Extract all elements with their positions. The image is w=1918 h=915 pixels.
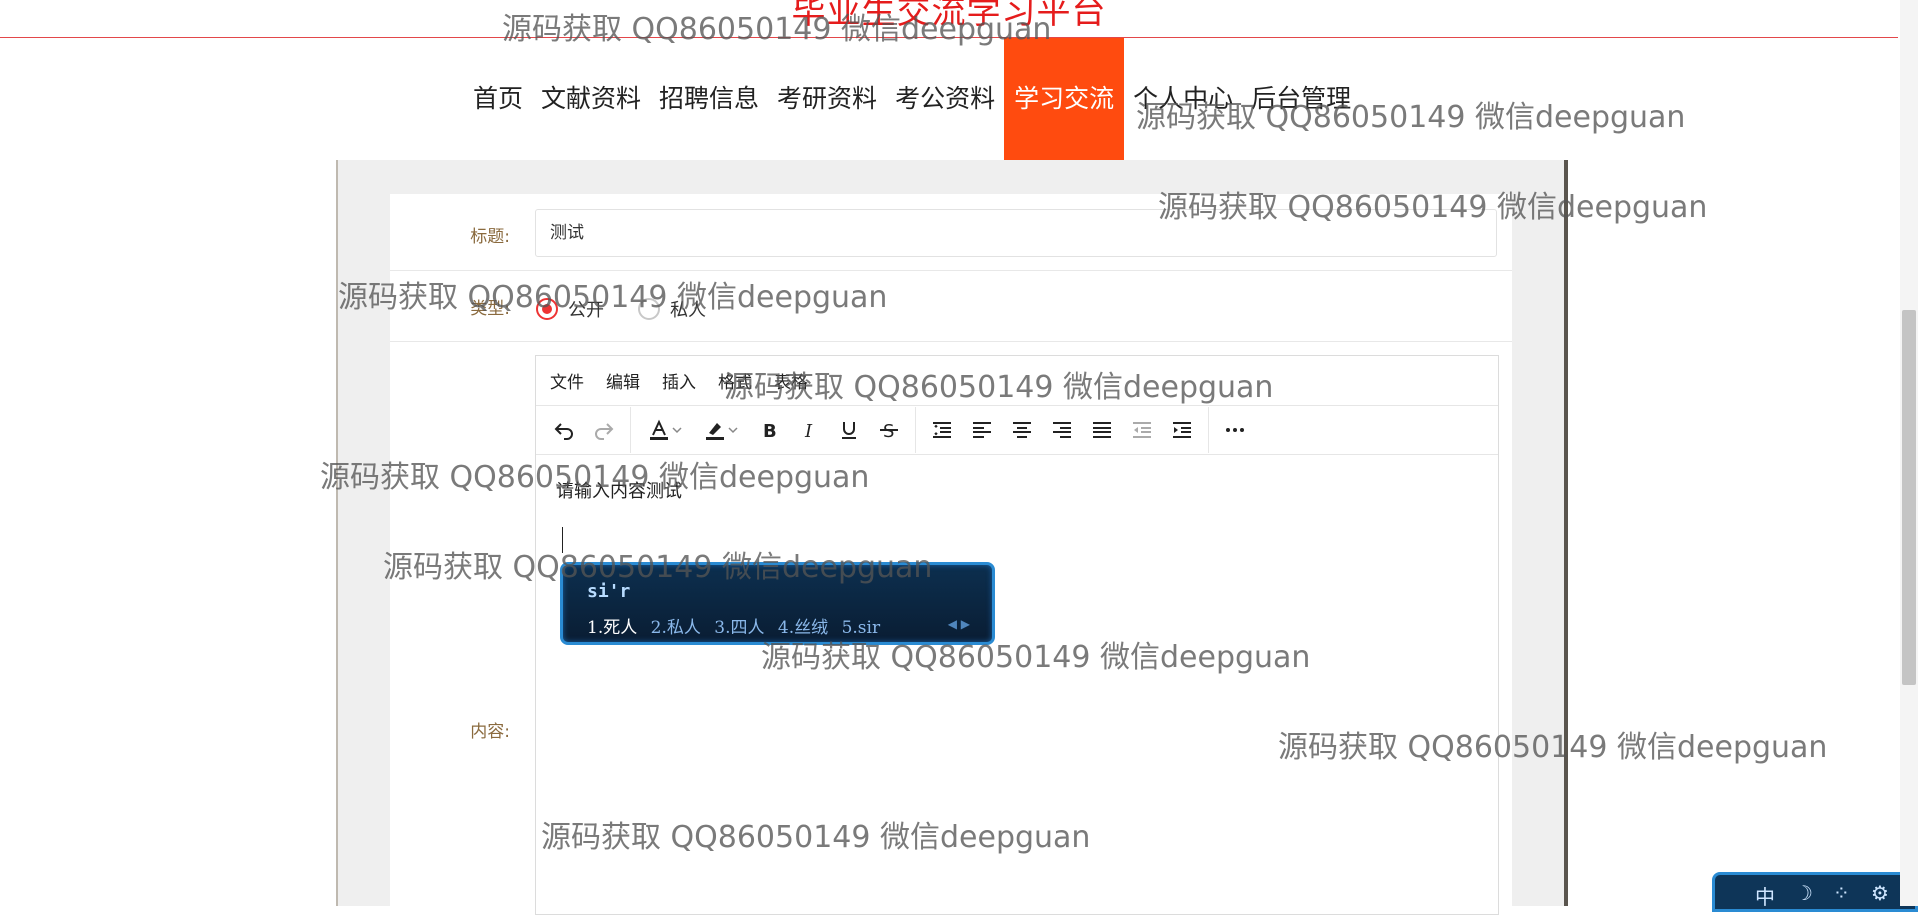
align-center-icon[interactable] xyxy=(1002,410,1042,450)
nav-item-literature[interactable]: 文献资料 xyxy=(532,38,650,160)
nav-item-jobs[interactable]: 招聘信息 xyxy=(650,38,768,160)
nav-item-study-exchange[interactable]: 学习交流 xyxy=(1004,38,1125,160)
redo-icon[interactable] xyxy=(584,410,624,450)
menu-insert[interactable]: 插入 xyxy=(662,368,696,393)
type-radio-group: 公开 私人 xyxy=(536,296,740,322)
ime-punct-icon[interactable]: ⁘ xyxy=(1833,881,1850,905)
nav-item-personal-center[interactable]: 个人中心 xyxy=(1124,38,1242,160)
post-form: 标题: 测试 类型: 公开 私人 内容: 文件 编辑 插入 格式 表格 B I … xyxy=(390,194,1512,915)
align-right-icon[interactable] xyxy=(1042,410,1082,450)
underline-icon[interactable] xyxy=(829,410,869,450)
align-left-icon[interactable] xyxy=(962,410,1002,450)
content-paragraph: 请输入内容测试 xyxy=(556,481,682,502)
toolbar-divider xyxy=(630,407,631,453)
ime-candidate[interactable]: 5.sir xyxy=(842,618,881,638)
italic-icon[interactable]: I xyxy=(789,410,829,450)
radio-private[interactable] xyxy=(638,298,660,320)
menu-file[interactable]: 文件 xyxy=(550,368,584,393)
outdent-icon[interactable] xyxy=(1122,410,1162,450)
ime-composition: si'r xyxy=(587,581,631,602)
radio-public-label[interactable]: 公开 xyxy=(568,296,604,322)
svg-text:S: S xyxy=(883,421,894,442)
main-nav: 首页 文献资料 招聘信息 考研资料 考公资料 学习交流 个人中心 后台管理 xyxy=(464,38,1360,160)
bold-icon[interactable]: B xyxy=(749,410,789,450)
radio-private-label[interactable]: 私人 xyxy=(670,296,706,322)
ime-candidate[interactable]: 1.死人 xyxy=(587,618,637,638)
menu-table[interactable]: 表格 xyxy=(774,368,808,393)
scrollbar-thumb[interactable] xyxy=(1902,310,1916,685)
nav-item-postgrad[interactable]: 考研资料 xyxy=(768,38,886,160)
row-divider xyxy=(390,341,1512,342)
editor-content[interactable]: 请输入内容测试 xyxy=(536,455,1498,914)
ime-status-bar[interactable]: 中 ☽ ⁘ ⚙ xyxy=(1712,872,1918,912)
row-divider xyxy=(390,270,1512,271)
align-justify-icon[interactable] xyxy=(1082,410,1122,450)
ime-candidate[interactable]: 3.四人 xyxy=(714,618,764,638)
line-height-icon[interactable] xyxy=(922,410,962,450)
text-color-icon[interactable] xyxy=(637,410,693,450)
title-label: 标题: xyxy=(470,227,510,247)
undo-icon[interactable] xyxy=(544,410,584,450)
strikethrough-icon[interactable]: S xyxy=(869,410,909,450)
ime-candidate[interactable]: 4.丝绒 xyxy=(778,618,828,638)
highlight-icon[interactable] xyxy=(693,410,749,450)
ime-page-arrows-icon[interactable]: ◀ ▶ xyxy=(948,617,970,631)
nav-item-admin[interactable]: 后台管理 xyxy=(1242,38,1360,160)
indent-icon[interactable] xyxy=(1162,410,1202,450)
page-scrollbar[interactable] xyxy=(1900,0,1918,906)
title-input[interactable]: 测试 xyxy=(535,209,1497,257)
editor-menubar: 文件 编辑 插入 格式 表格 xyxy=(536,356,1498,406)
more-icon[interactable] xyxy=(1215,410,1255,450)
editor-toolbar: B I S xyxy=(536,406,1498,455)
svg-text:I: I xyxy=(804,421,813,442)
svg-text:B: B xyxy=(763,421,777,442)
content-panel: 标题: 测试 类型: 公开 私人 内容: 文件 编辑 插入 格式 表格 B I … xyxy=(336,160,1568,915)
ime-candidate-window: si'r 1.死人 2.私人 3.四人 4.丝绒 5.sir ◀ ▶ xyxy=(560,562,995,645)
nav-item-civil-service[interactable]: 考公资料 xyxy=(886,38,1004,160)
ime-moon-icon[interactable]: ☽ xyxy=(1795,881,1813,905)
ime-candidates: 1.死人 2.私人 3.四人 4.丝绒 5.sir xyxy=(587,613,888,638)
toolbar-divider xyxy=(1208,407,1209,453)
type-label: 类型: xyxy=(470,299,510,319)
text-caret xyxy=(562,527,563,553)
radio-public[interactable] xyxy=(536,298,558,320)
site-title: 毕业生交流学习平台 xyxy=(791,0,1107,32)
menu-edit[interactable]: 编辑 xyxy=(606,368,640,393)
ime-settings-icon[interactable]: ⚙ xyxy=(1871,881,1889,905)
toolbar-divider xyxy=(915,407,916,453)
nav-item-home[interactable]: 首页 xyxy=(464,38,532,160)
menu-format[interactable]: 格式 xyxy=(718,368,752,393)
ime-candidate[interactable]: 2.私人 xyxy=(651,618,701,638)
content-label: 内容: xyxy=(470,722,510,742)
